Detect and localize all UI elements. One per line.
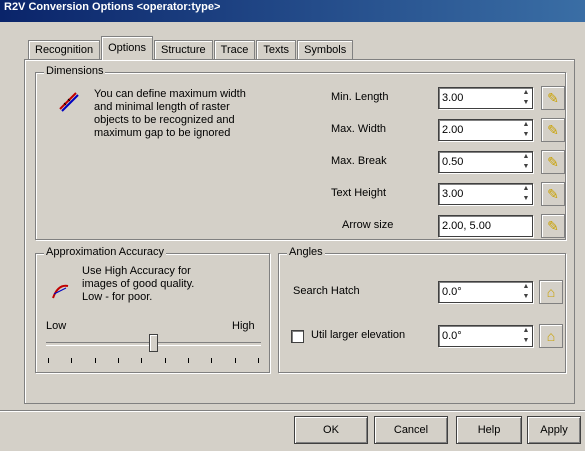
conversion-options-dialog: R2V Conversion Options <operator:type> R… [0,0,585,451]
larger-elevation-label[interactable]: Util larger elevation [311,329,405,341]
pencil-icon: ✎ [547,154,559,170]
angles-legend: Angles [287,246,325,258]
max-width-label: Max. Width [331,123,387,135]
arrow-size-label: Arrow size [342,219,394,231]
max-width-reset-button[interactable]: ✎ [541,118,565,142]
tab-strip: Recognition Options Structure Trace Text… [28,36,354,60]
low-label: Low [46,320,67,332]
text-height-label: Text Height [331,187,387,199]
high-label: High [232,320,255,332]
pencil-icon: ✎ [547,90,559,106]
ruler-icon [59,92,79,112]
text-height-spinner[interactable]: ▲ ▼ [519,184,533,204]
approximation-description: Use High Accuracy for images of good qua… [82,265,195,303]
max-break-spinner[interactable]: ▲ ▼ [519,152,533,172]
ok-button[interactable]: OK [294,416,368,444]
min-length-reset-button[interactable]: ✎ [541,86,565,110]
larger-elevation-checkbox[interactable] [291,330,304,343]
min-length-label: Min. Length [331,91,389,103]
larger-elevation-reset-button[interactable]: ⌂ [539,324,563,348]
min-length-spinner[interactable]: ▲ ▼ [519,88,533,108]
max-width-spinner[interactable]: ▲ ▼ [519,120,533,140]
button-separator [0,410,585,412]
max-break-reset-button[interactable]: ✎ [541,150,565,174]
max-break-label: Max. Break [331,155,387,167]
tab-symbols[interactable]: Symbols [297,40,354,60]
title-bar[interactable]: R2V Conversion Options <operator:type> [0,0,585,22]
pencil-icon: ✎ [547,186,559,202]
dimensions-legend: Dimensions [44,65,106,77]
tab-recognition[interactable]: Recognition [28,40,101,60]
larger-elevation-spinner[interactable]: ▲ ▼ [519,326,533,346]
tab-texts[interactable]: Texts [256,40,297,60]
angles-group: Angles Search Hatch ▲▼ ⌂ Util larger ele… [278,246,566,373]
dimensions-group: Dimensions You can define maximum width … [35,65,566,240]
approximation-group: Approximation Accuracy Use High Accuracy… [35,246,270,373]
help-button[interactable]: Help [456,416,522,444]
window-title: R2V Conversion Options <operator:type> [4,1,221,13]
apply-button[interactable]: Apply [527,416,581,444]
arrow-size-field[interactable] [438,215,533,237]
options-tab-panel: Dimensions You can define maximum width … [24,59,575,404]
folder-icon: ⌂ [546,284,556,300]
curve-icon [52,284,69,299]
search-hatch-spinner[interactable]: ▲ ▼ [519,282,533,302]
pencil-icon: ✎ [547,218,559,234]
dimensions-description: You can define maximum width and minimal… [94,88,246,139]
search-hatch-reset-button[interactable]: ⌂ [539,280,563,304]
cancel-button[interactable]: Cancel [374,416,448,444]
tab-structure[interactable]: Structure [154,40,213,60]
accuracy-slider-thumb[interactable] [149,334,158,352]
search-hatch-label: Search Hatch [293,285,360,297]
text-height-reset-button[interactable]: ✎ [541,182,565,206]
approximation-legend: Approximation Accuracy [44,246,166,258]
pencil-icon: ✎ [547,122,559,138]
tab-trace[interactable]: Trace [213,40,256,60]
tab-options[interactable]: Options [101,36,154,60]
folder-icon: ⌂ [546,328,556,344]
accuracy-slider-ticks [48,358,259,364]
arrow-size-reset-button[interactable]: ✎ [541,214,565,238]
